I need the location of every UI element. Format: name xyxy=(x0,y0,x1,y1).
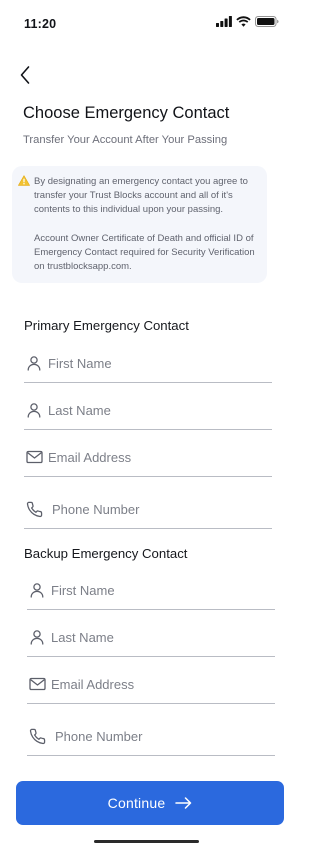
backup-last-name-field[interactable] xyxy=(27,620,275,657)
phone-icon xyxy=(24,499,44,519)
backup-first-name-input[interactable] xyxy=(51,579,271,601)
notice-text: By designating an emergency contact you … xyxy=(34,175,264,274)
status-icons xyxy=(216,16,279,27)
primary-first-name-input[interactable] xyxy=(48,352,268,374)
arrow-right-icon xyxy=(175,797,192,809)
cellular-signal-icon xyxy=(216,16,232,27)
primary-last-name-field[interactable] xyxy=(24,393,272,430)
home-indicator xyxy=(94,840,199,843)
backup-last-name-input[interactable] xyxy=(51,626,271,648)
primary-email-field[interactable] xyxy=(24,440,272,477)
page-subtitle: Transfer Your Account After Your Passing xyxy=(23,134,228,146)
continue-button[interactable]: Continue xyxy=(16,781,284,825)
primary-last-name-input[interactable] xyxy=(48,399,268,421)
back-button[interactable] xyxy=(12,62,38,88)
user-icon xyxy=(24,400,44,420)
battery-icon xyxy=(255,16,279,27)
notice-paragraph-agreement: By designating an emergency contact you … xyxy=(34,176,248,216)
status-bar: 11:20 xyxy=(0,0,293,48)
continue-button-label: Continue xyxy=(107,795,166,811)
primary-contact-heading: Primary Emergency Contact xyxy=(24,318,189,333)
page-title: Choose Emergency Contact xyxy=(23,104,230,122)
status-time: 11:20 xyxy=(24,17,57,31)
backup-first-name-field[interactable] xyxy=(27,573,275,610)
warning-icon xyxy=(18,175,30,186)
backup-email-field[interactable] xyxy=(27,667,275,704)
backup-phone-input[interactable] xyxy=(55,725,275,747)
user-icon xyxy=(24,353,44,373)
info-notice: By designating an emergency contact you … xyxy=(12,166,267,283)
primary-phone-input[interactable] xyxy=(52,498,272,520)
mail-icon xyxy=(24,447,44,467)
chevron-left-icon xyxy=(20,66,30,84)
primary-phone-field[interactable] xyxy=(24,492,272,529)
user-icon xyxy=(27,627,47,647)
backup-phone-field[interactable] xyxy=(27,719,275,756)
phone-icon xyxy=(27,726,47,746)
wifi-icon xyxy=(236,16,251,27)
mail-icon xyxy=(27,674,47,694)
primary-email-input[interactable] xyxy=(48,446,268,468)
primary-first-name-field[interactable] xyxy=(24,346,272,383)
backup-email-input[interactable] xyxy=(51,673,271,695)
notice-paragraph-verification: Account Owner Certificate of Death and o… xyxy=(34,232,255,273)
backup-contact-heading: Backup Emergency Contact xyxy=(24,546,188,561)
user-icon xyxy=(27,580,47,600)
